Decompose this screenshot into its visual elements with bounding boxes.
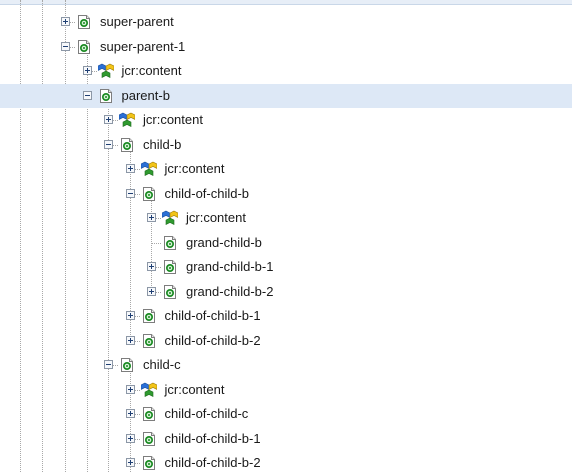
expand-toggle-icon[interactable] <box>125 458 135 467</box>
tree-node-super-parent-1[interactable]: super-parent-1 <box>0 35 572 59</box>
page-icon <box>98 88 114 104</box>
content-node-icon <box>97 63 114 79</box>
tree-node-grand-child-b-1[interactable]: grand-child-b-1 <box>0 255 572 279</box>
tree-node-label[interactable]: jcr:content <box>165 382 225 398</box>
page-icon <box>162 284 178 300</box>
collapse-toggle-icon[interactable] <box>104 360 113 369</box>
content-node-icon <box>140 382 157 398</box>
tree-node-label[interactable]: jcr:content <box>122 63 182 79</box>
content-node-icon <box>118 112 136 128</box>
expand-toggle-icon[interactable] <box>147 213 156 222</box>
tree-node-super-parent[interactable]: super-parent <box>0 10 572 34</box>
collapse-toggle-icon[interactable] <box>82 90 92 100</box>
tree-node-jcr-content[interactable]: jcr:content <box>0 157 572 181</box>
tree-node-label[interactable]: grand-child-b-2 <box>186 284 273 300</box>
expand-toggle-icon[interactable] <box>82 66 92 75</box>
page-icon <box>162 235 178 251</box>
page-icon <box>76 39 92 55</box>
tree-node-jcr-content[interactable]: jcr:content <box>0 206 572 230</box>
tree-node-label[interactable]: child-of-child-c <box>165 406 249 422</box>
tree-node-label[interactable]: child-of-child-b-1 <box>165 431 261 447</box>
tree-node-child-of-child-c[interactable]: child-of-child-c <box>0 402 572 426</box>
tree-node-label[interactable]: jcr:content <box>186 210 246 226</box>
collapse-toggle-icon[interactable] <box>104 139 113 149</box>
tree-node-child-c[interactable]: child-c <box>0 353 572 377</box>
expand-toggle-icon[interactable] <box>147 286 156 296</box>
tree-node-label[interactable]: super-parent-1 <box>100 39 185 55</box>
tree-node-grand-child-b[interactable]: grand-child-b <box>0 231 572 255</box>
tree-node-jcr-content[interactable]: jcr:content <box>0 378 572 402</box>
tree-node-label[interactable]: child-b <box>143 137 181 153</box>
page-icon <box>76 14 92 30</box>
cut-off-row <box>0 0 572 5</box>
tree-node-jcr-content[interactable]: jcr:content <box>0 59 572 83</box>
tree-node-label[interactable]: child-of-child-b <box>165 186 250 202</box>
expand-toggle-icon[interactable] <box>147 262 156 271</box>
tree-node-label[interactable]: grand-child-b-1 <box>186 259 273 275</box>
page-icon <box>162 259 178 275</box>
page-icon <box>119 357 135 373</box>
tree-node-label[interactable]: jcr:content <box>165 161 225 177</box>
tree-node-jcr-content[interactable]: jcr:content <box>0 108 572 132</box>
page-icon <box>119 137 135 153</box>
collapse-toggle-icon[interactable] <box>125 188 135 198</box>
tree-node-label[interactable]: super-parent <box>100 14 174 30</box>
content-node-icon <box>161 210 179 226</box>
tree-node-child-of-child-b-1[interactable]: child-of-child-b-1 <box>0 304 572 328</box>
tree-node-grand-child-b-2[interactable]: grand-child-b-2 <box>0 280 572 304</box>
content-tree-panel: super-parent super-parent-1 jcr:content par… <box>0 0 572 472</box>
tree-node-child-of-child-b-1[interactable]: child-of-child-b-1 <box>0 427 572 451</box>
tree-node-label[interactable]: grand-child-b <box>186 235 262 251</box>
tree-node-label[interactable]: child-c <box>143 357 181 373</box>
tree-node-label[interactable]: jcr:content <box>143 112 203 128</box>
page-icon <box>141 308 157 324</box>
page-icon <box>141 186 157 202</box>
expand-toggle-icon[interactable] <box>125 335 135 345</box>
collapse-toggle-icon[interactable] <box>61 41 70 51</box>
tree-node-label[interactable]: child-of-child-b-2 <box>165 455 261 471</box>
tree-node-child-of-child-b[interactable]: child-of-child-b <box>0 182 572 206</box>
expand-toggle-icon[interactable] <box>125 409 135 418</box>
tree-node-label[interactable]: child-of-child-b-1 <box>165 308 261 324</box>
tree-node-child-of-child-b-2[interactable]: child-of-child-b-2 <box>0 451 572 472</box>
expand-toggle-icon[interactable] <box>61 17 70 26</box>
tree-node-child-b[interactable]: child-b <box>0 133 572 157</box>
expand-toggle-icon[interactable] <box>125 311 135 320</box>
expand-toggle-icon[interactable] <box>125 384 135 394</box>
page-icon <box>141 406 157 422</box>
expand-toggle-icon[interactable] <box>104 115 113 124</box>
expand-toggle-icon[interactable] <box>125 433 135 443</box>
tree-node-label[interactable]: child-of-child-b-2 <box>165 333 261 349</box>
expand-toggle-icon[interactable] <box>125 164 135 173</box>
tree-node-child-of-child-b-2[interactable]: child-of-child-b-2 <box>0 329 572 353</box>
tree-node-parent-b[interactable]: parent-b <box>0 83 572 108</box>
content-node-icon <box>140 161 157 177</box>
page-icon <box>141 431 157 447</box>
page-icon <box>141 455 157 471</box>
page-icon <box>141 333 157 349</box>
tree-node-label[interactable]: parent-b <box>122 88 170 104</box>
